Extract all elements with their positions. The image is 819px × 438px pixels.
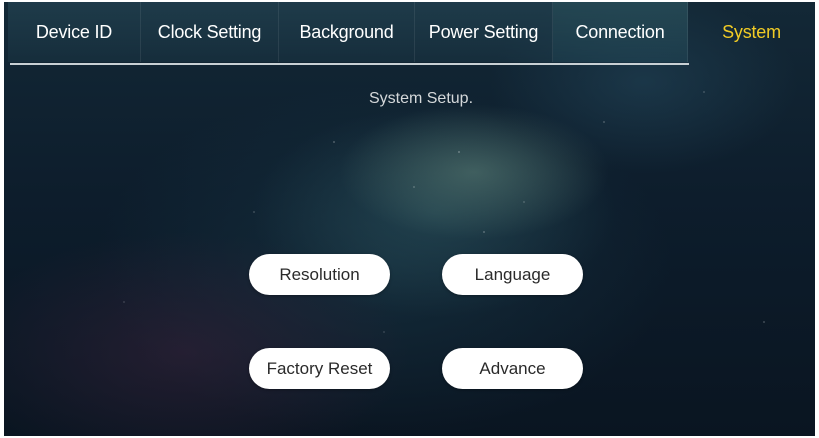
tab-background[interactable]: Background	[279, 2, 415, 62]
settings-tab-bar: Device ID Clock Setting Background Power…	[4, 2, 815, 65]
tab-system[interactable]: System	[688, 2, 815, 62]
tab-power-setting[interactable]: Power Setting	[415, 2, 553, 62]
page-title: System Setup.	[368, 90, 474, 107]
system-settings-screen: Device ID Clock Setting Background Power…	[4, 2, 815, 436]
tab-clock-setting[interactable]: Clock Setting	[141, 2, 279, 62]
resolution-button[interactable]: Resolution	[249, 254, 390, 295]
tab-device-id[interactable]: Device ID	[8, 2, 141, 62]
tab-connection[interactable]: Connection	[553, 2, 688, 62]
factory-reset-button[interactable]: Factory Reset	[249, 348, 390, 389]
tab-bar-divider	[10, 63, 689, 65]
starfield-background	[4, 2, 815, 436]
advance-button[interactable]: Advance	[442, 348, 583, 389]
language-button[interactable]: Language	[442, 254, 583, 295]
